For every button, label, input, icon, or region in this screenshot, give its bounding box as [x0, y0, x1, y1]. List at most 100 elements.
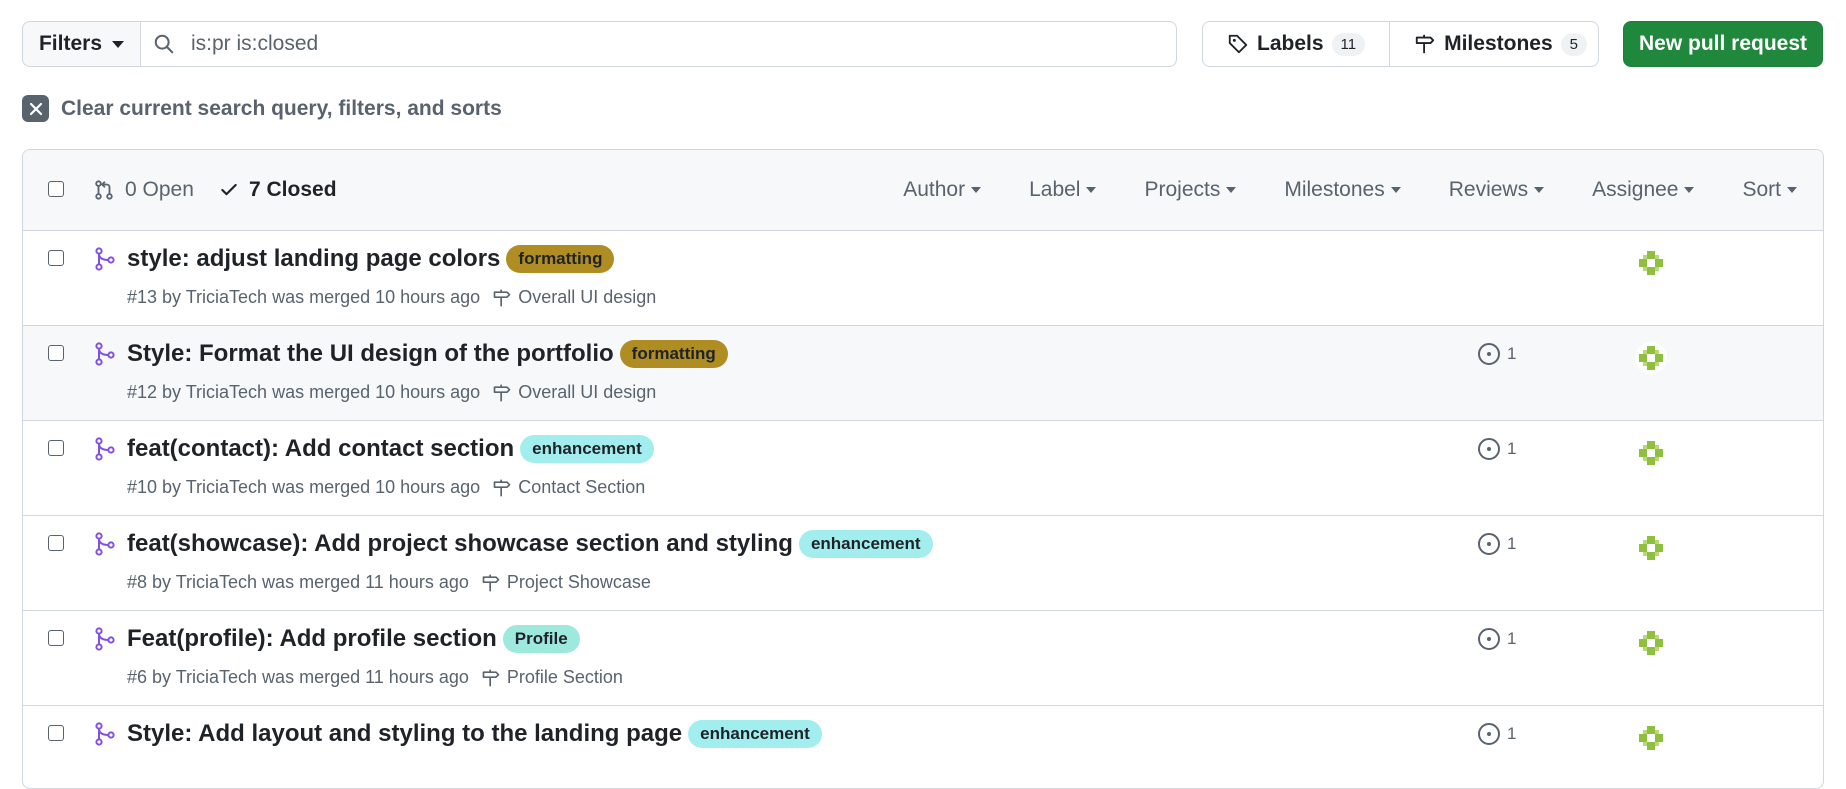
labels-count: 11	[1331, 32, 1366, 56]
row-checkbox[interactable]	[48, 345, 64, 361]
search-bar[interactable]	[140, 21, 1177, 67]
pr-label[interactable]: enhancement	[798, 530, 933, 558]
chevron-down-icon	[1086, 187, 1097, 193]
check-icon	[221, 183, 237, 196]
review-status[interactable]: 1	[1477, 627, 1516, 651]
pr-title-link[interactable]: feat(contact): Add contact section	[127, 435, 514, 463]
milestone-link[interactable]: Overall UI design	[492, 287, 656, 308]
pr-title-link[interactable]: style: adjust landing page colors	[127, 245, 500, 273]
milestone-link[interactable]: Profile Section	[481, 667, 623, 688]
pr-label[interactable]: Profile	[502, 625, 580, 653]
milestones-button[interactable]: Milestones 5	[1389, 22, 1598, 66]
pr-meta-text: #10 by TriciaTech was merged 10 hours ag…	[127, 477, 481, 497]
search-input[interactable]	[189, 31, 1153, 57]
search-icon	[154, 34, 174, 54]
merged-pr-icon	[95, 627, 115, 651]
pr-title-link[interactable]: feat(showcase): Add project showcase sec…	[127, 530, 793, 558]
milestone-link[interactable]: Project Showcase	[481, 572, 651, 593]
pr-label[interactable]: enhancement	[520, 435, 654, 463]
review-status[interactable]: 1	[1477, 722, 1516, 746]
milestones-count: 5	[1560, 32, 1587, 56]
review-icon	[1478, 533, 1500, 555]
milestones-label: Milestones	[1444, 32, 1553, 55]
chevron-down-icon	[1684, 187, 1695, 193]
title-line: Feat(profile): Add profile section Profi…	[127, 625, 580, 653]
projects-filter-label: Projects	[1144, 178, 1221, 201]
filters-button[interactable]: Filters	[22, 21, 140, 67]
milestones-filter[interactable]: Milestones	[1284, 178, 1401, 202]
label-filter[interactable]: Label	[1029, 178, 1097, 202]
milestone-name: Contact Section	[518, 477, 646, 497]
sort-filter[interactable]: Sort	[1742, 178, 1797, 202]
milestone-icon	[482, 574, 500, 591]
assignee-avatar[interactable]	[1635, 342, 1667, 374]
title-line: feat(showcase): Add project showcase sec…	[127, 530, 933, 558]
pr-meta-text: #6 by TriciaTech was merged 11 hours ago	[127, 667, 469, 687]
review-status[interactable]: 1	[1477, 532, 1516, 556]
merged-pr-icon	[95, 437, 115, 461]
review-icon	[1478, 438, 1500, 460]
milestone-icon	[482, 669, 500, 686]
clear-query-link[interactable]: Clear current search query, filters, and…	[22, 95, 502, 122]
list-header: 0 Open 7 Closed Author Label Projects Mi…	[23, 150, 1823, 231]
author-filter[interactable]: Author	[903, 178, 982, 202]
new-pull-request-button[interactable]: New pull request	[1623, 21, 1823, 67]
title-line: Style: Format the UI design of the portf…	[127, 340, 728, 368]
header-filters: Author Label Projects Milestones Reviews…	[855, 178, 1797, 202]
projects-filter[interactable]: Projects	[1144, 178, 1237, 202]
select-all-checkbox[interactable]	[48, 181, 64, 197]
assignee-avatar[interactable]	[1635, 627, 1667, 659]
labels-label: Labels	[1257, 32, 1324, 55]
chevron-down-icon	[1534, 187, 1545, 193]
pull-request-row: feat(contact): Add contact section enhan…	[23, 421, 1823, 516]
pr-title-link[interactable]: Feat(profile): Add profile section	[127, 625, 497, 653]
filters-label: Filters	[38, 32, 103, 55]
review-count: 1	[1507, 439, 1517, 458]
pr-meta: #6 by TriciaTech was merged 11 hours ago…	[127, 667, 623, 688]
pull-request-row: Style: Add layout and styling to the lan…	[23, 706, 1823, 788]
row-checkbox[interactable]	[48, 250, 64, 266]
pr-label[interactable]: enhancement	[688, 720, 822, 748]
pr-meta-text: #12 by TriciaTech was merged 10 hours ag…	[127, 382, 481, 402]
review-icon	[1478, 343, 1500, 365]
review-status[interactable]: 1	[1477, 437, 1516, 461]
chevron-down-icon	[971, 187, 982, 193]
milestone-link[interactable]: Contact Section	[492, 477, 645, 498]
closed-count: 7 Closed	[249, 178, 337, 201]
chevron-down-icon	[1787, 187, 1797, 193]
milestone-link[interactable]: Overall UI design	[492, 382, 656, 403]
assignee-avatar[interactable]	[1635, 247, 1667, 279]
pr-label[interactable]: formatting	[506, 245, 615, 273]
row-checkbox[interactable]	[48, 440, 64, 456]
row-checkbox[interactable]	[48, 725, 64, 741]
milestone-icon	[1415, 34, 1435, 54]
tag-icon	[1228, 34, 1248, 54]
open-filter[interactable]: 0 Open	[93, 178, 194, 202]
assignee-avatar[interactable]	[1635, 722, 1667, 754]
pr-title-link[interactable]: Style: Format the UI design of the portf…	[127, 340, 614, 368]
pr-meta: #12 by TriciaTech was merged 10 hours ag…	[127, 382, 656, 403]
pr-meta-text: #8 by TriciaTech was merged 11 hours ago	[127, 572, 469, 592]
review-status[interactable]: 1	[1477, 342, 1516, 366]
title-line: Style: Add layout and styling to the lan…	[127, 720, 822, 748]
pr-label[interactable]: formatting	[619, 340, 728, 368]
assignee-avatar[interactable]	[1635, 532, 1667, 564]
pr-title-link[interactable]: Style: Add layout and styling to the lan…	[127, 720, 682, 748]
reviews-filter[interactable]: Reviews	[1449, 178, 1545, 202]
row-checkbox[interactable]	[48, 630, 64, 646]
labels-milestones-group: Labels 11 Milestones 5	[1202, 21, 1599, 67]
merged-pr-icon	[95, 722, 115, 746]
pull-request-row: Feat(profile): Add profile section Profi…	[23, 611, 1823, 706]
chevron-down-icon	[1390, 187, 1401, 193]
pr-meta: #13 by TriciaTech was merged 10 hours ag…	[127, 287, 656, 308]
assignee-avatar[interactable]	[1635, 437, 1667, 469]
pull-request-rows: style: adjust landing page colors format…	[23, 231, 1823, 788]
assignee-filter[interactable]: Assignee	[1592, 178, 1695, 202]
milestone-name: Overall UI design	[518, 382, 657, 402]
assignee-filter-label: Assignee	[1592, 178, 1679, 201]
row-checkbox[interactable]	[48, 535, 64, 551]
labels-button[interactable]: Labels 11	[1203, 22, 1389, 66]
closed-filter[interactable]: 7 Closed	[219, 178, 337, 202]
merged-pr-icon	[95, 342, 115, 366]
review-icon	[1478, 628, 1500, 650]
